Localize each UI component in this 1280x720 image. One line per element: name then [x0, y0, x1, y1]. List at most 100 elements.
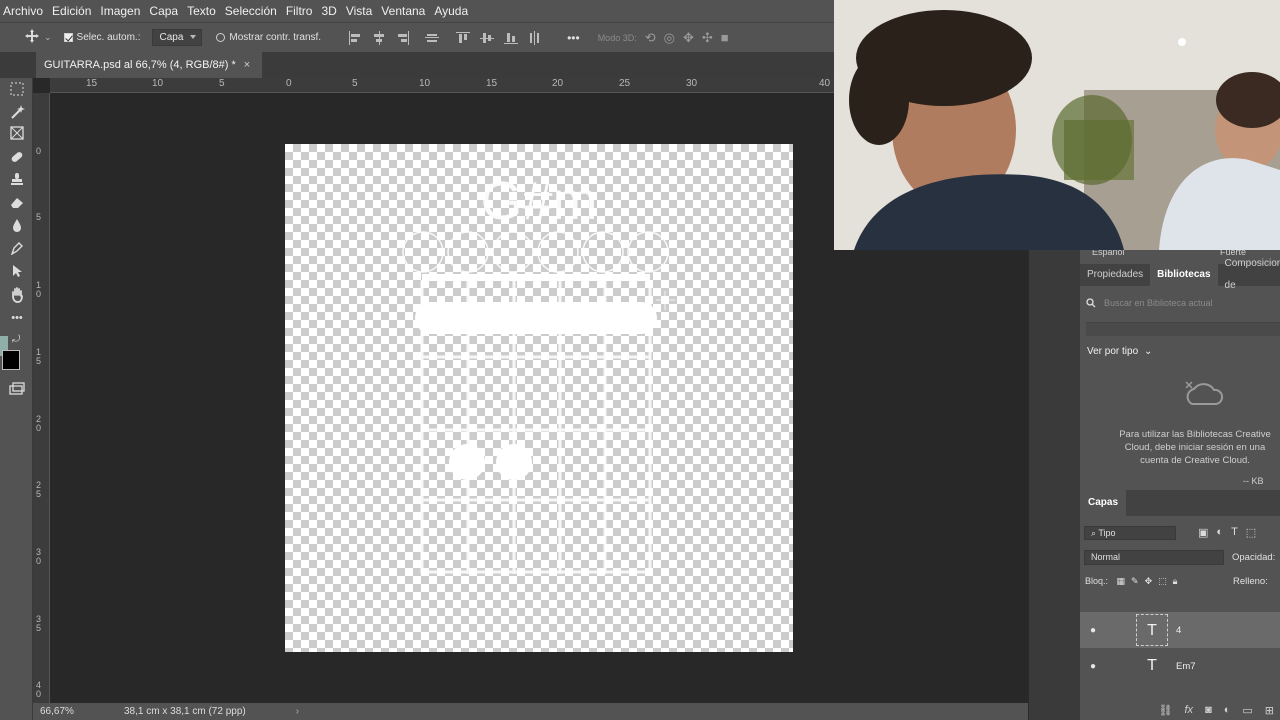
group-folder-icon[interactable]: ▭	[1242, 704, 1252, 717]
lock-transparent-icon[interactable]: ▦	[1117, 576, 1132, 586]
ruler-label: 30	[686, 78, 698, 89]
menu-3d[interactable]: 3D	[318, 0, 342, 22]
menu-filtro[interactable]: Filtro	[283, 0, 319, 22]
3d-scale-icon[interactable]: ■	[721, 30, 729, 46]
path-select-icon[interactable]	[9, 264, 25, 280]
layer-filter-dropdown[interactable]: ⌕ Tipo	[1084, 526, 1176, 540]
mask-icon[interactable]: ◙	[1205, 704, 1212, 716]
ruler-label: 10	[152, 78, 164, 89]
library-search[interactable]: Buscar en Biblioteca actual	[1086, 294, 1280, 312]
crop-frame-icon[interactable]	[9, 126, 25, 142]
show-transform-label: Mostrar contr. transf.	[229, 32, 322, 43]
zoom-level[interactable]: 66,67%	[40, 706, 100, 717]
lock-label: Bloq.:	[1085, 576, 1109, 586]
3d-roll-icon[interactable]: ◎	[664, 30, 675, 46]
tab-composiciones[interactable]: Composiciones de	[1218, 253, 1280, 297]
lock-icons: ▦✎✥⬚🔒︎	[1117, 576, 1184, 586]
link-layers-icon[interactable]: ⛓	[1159, 704, 1173, 717]
distribute-horizontal-icon[interactable]	[425, 31, 440, 45]
close-icon[interactable]: ×	[244, 59, 250, 71]
layer-name[interactable]: Em7	[1176, 661, 1196, 672]
search-icon: ⌕	[1091, 528, 1097, 538]
align-middle-icon[interactable]	[480, 31, 495, 45]
menu-seleccion[interactable]: Selección	[222, 0, 283, 22]
hand-tool-icon[interactable]	[9, 287, 25, 303]
show-transform-option[interactable]: Mostrar contr. transf.	[216, 32, 321, 43]
image-filter-icon[interactable]: ▣	[1198, 526, 1208, 539]
3d-slide-icon[interactable]: ✣	[702, 30, 713, 46]
menu-ventana[interactable]: Ventana	[378, 0, 431, 22]
align-top-icon[interactable]	[456, 31, 471, 45]
menu-bar: Archivo Edición Imagen Capa Texto Selecc…	[0, 0, 834, 22]
blend-mode-dropdown[interactable]: Normal	[1084, 550, 1224, 565]
eye-icon[interactable]: ●	[1080, 625, 1106, 636]
shape-filter-icon[interactable]: ⬚	[1246, 526, 1256, 539]
photoshop-window: Archivo Edición Imagen Capa Texto Selecc…	[0, 0, 1280, 720]
text-layer-thumbnail: T	[1147, 657, 1157, 674]
align-left-icon[interactable]	[348, 30, 362, 45]
chord-diagram[interactable]	[285, 144, 793, 652]
menu-texto[interactable]: Texto	[184, 0, 222, 22]
new-layer-icon[interactable]: ⊞	[1265, 704, 1274, 717]
blur-drop-icon[interactable]	[9, 218, 25, 234]
layer-row[interactable]: ● T Em7	[1080, 648, 1280, 684]
marquee-tool-icon[interactable]	[9, 82, 25, 98]
status-arrow-icon[interactable]: ›	[296, 706, 299, 717]
eye-icon[interactable]: ●	[1080, 661, 1106, 672]
view-by-type-dropdown[interactable]: Ver por tipo ⌄	[1087, 346, 1152, 357]
view-by-type-label: Ver por tipo	[1087, 346, 1139, 357]
library-size: -- KB	[1243, 476, 1264, 486]
lock-position-icon[interactable]: ✥	[1145, 576, 1159, 586]
magic-wand-icon[interactable]	[9, 104, 25, 120]
healing-brush-icon[interactable]	[9, 149, 25, 165]
adjustment-filter-icon[interactable]: ◐	[1216, 526, 1223, 539]
menu-ayuda[interactable]: Ayuda	[431, 0, 474, 22]
tab-bibliotecas[interactable]: Bibliotecas	[1150, 264, 1218, 286]
layer-row[interactable]: ● T 4	[1080, 612, 1280, 648]
document-size: 38,1 cm x 38,1 cm (72 ppp)	[124, 706, 246, 717]
menu-vista[interactable]: Vista	[343, 0, 378, 22]
move-tool-icon[interactable]	[24, 28, 40, 47]
layer-name[interactable]: 4	[1176, 625, 1181, 636]
tools-panel: ••• ⤾	[0, 78, 33, 720]
text-filter-icon[interactable]: T	[1231, 526, 1238, 539]
align-center-icon[interactable]	[372, 30, 386, 45]
auto-select-option[interactable]: Selec. autom.:	[63, 32, 140, 43]
tab-capas[interactable]: Capas	[1080, 490, 1127, 516]
auto-select-target-dropdown[interactable]: Capa	[152, 29, 203, 46]
distribute-vertical-icon[interactable]	[528, 30, 542, 45]
layers-panel-header: Capas	[1080, 490, 1280, 516]
fx-icon[interactable]: fx	[1185, 704, 1194, 716]
align-right-icon[interactable]	[396, 30, 410, 45]
menu-archivo[interactable]: Archivo	[0, 0, 49, 22]
more-options-button[interactable]: •••	[567, 31, 580, 45]
more-tools-icon[interactable]: •••	[9, 310, 25, 326]
document-canvas[interactable]: G#m	[285, 144, 793, 652]
show-transform-checkbox[interactable]	[216, 33, 226, 42]
lock-artboard-icon[interactable]: ⬚	[1158, 576, 1173, 586]
background-color-swatch[interactable]	[2, 350, 20, 370]
align-bottom-icon[interactable]	[504, 31, 519, 45]
pen-tool-icon[interactable]	[9, 241, 25, 257]
menu-imagen[interactable]: Imagen	[97, 0, 146, 22]
swap-colors-icon[interactable]: ⤾	[12, 334, 20, 345]
chevron-down-icon[interactable]: ⌄	[44, 32, 52, 43]
adjustment-layer-icon[interactable]: ◐	[1224, 704, 1231, 716]
stamp-tool-icon[interactable]	[9, 172, 25, 188]
text-layer-thumbnail: T	[1136, 614, 1168, 646]
lock-image-icon[interactable]: ✎	[1131, 576, 1145, 586]
screen-mode-icon[interactable]	[9, 382, 25, 398]
document-tab[interactable]: GUITARRA.psd al 66,7% (4, RGB/8#) * ×	[36, 52, 263, 78]
library-select[interactable]	[1086, 322, 1280, 336]
tab-propiedades[interactable]: Propiedades	[1080, 264, 1150, 286]
creative-cloud-icon	[1185, 381, 1224, 405]
3d-pan-icon[interactable]: ✥	[683, 30, 694, 46]
3d-orbit-icon[interactable]: ⟲	[645, 30, 656, 46]
ruler-label: 15	[486, 78, 498, 89]
auto-select-checkbox[interactable]	[63, 33, 73, 42]
library-panel-tabs: Propiedades Bibliotecas Composiciones de	[1080, 258, 1280, 291]
lock-all-icon[interactable]: 🔒︎	[1173, 576, 1184, 586]
menu-capa[interactable]: Capa	[146, 0, 184, 22]
menu-edicion[interactable]: Edición	[49, 0, 97, 22]
eraser-icon[interactable]	[9, 195, 25, 211]
